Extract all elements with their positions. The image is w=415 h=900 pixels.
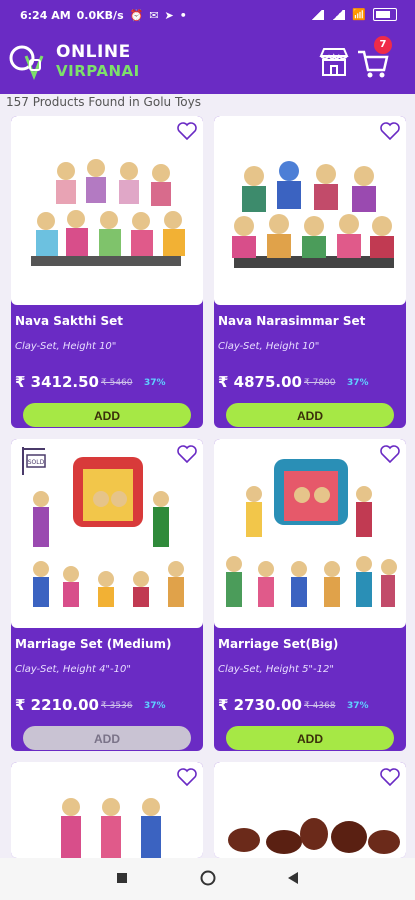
add-to-cart-button[interactable]: ADD xyxy=(23,403,191,427)
product-price: ₹ 2210.00 xyxy=(15,696,99,714)
back-icon[interactable] xyxy=(287,871,299,885)
product-mrp: ₹ 3536 xyxy=(101,701,133,711)
product-spec: Clay-Set, Height 4"-10" xyxy=(15,664,131,675)
brand-logo[interactable]: ONLINE VIRPANAI xyxy=(6,40,139,84)
product-price: ₹ 3412.50 xyxy=(15,373,99,391)
alarm-icon: ⏰ xyxy=(129,9,144,22)
product-name: Marriage Set(Big) xyxy=(218,637,339,651)
brand-line1: ONLINE xyxy=(56,42,131,62)
product-card[interactable] xyxy=(11,762,203,858)
app-header: 6:24 AM 0.0KB/s ⏰ ✉ ➤ • 📶 ONLINE VIRPANA… xyxy=(0,0,415,94)
product-card[interactable]: SOLD Marriage Set (Medium) Clay-Set, Hei… xyxy=(11,439,203,751)
add-to-cart-button[interactable]: ADD xyxy=(226,403,394,427)
wishlist-heart-icon[interactable] xyxy=(177,122,197,140)
product-spec: Clay-Set, Height 10" xyxy=(15,341,117,352)
discount-percent: 37% xyxy=(144,378,166,388)
system-nav-bar xyxy=(0,858,415,900)
product-photo xyxy=(61,798,161,858)
wishlist-heart-icon[interactable] xyxy=(380,122,400,140)
product-card[interactable]: Nava Narasimmar Set Clay-Set, Height 10"… xyxy=(214,116,406,428)
store-icon[interactable] xyxy=(318,46,350,78)
sold-sign-icon: SOLD xyxy=(22,447,46,475)
product-name: Marriage Set (Medium) xyxy=(15,637,172,651)
signal-icon xyxy=(310,9,325,20)
status-bar: 6:24 AM 0.0KB/s ⏰ ✉ ➤ • 📶 xyxy=(0,0,415,30)
product-image[interactable]: SOLD xyxy=(11,439,203,628)
product-image[interactable] xyxy=(11,116,203,305)
message-icon: ✉ xyxy=(149,9,159,22)
wishlist-heart-icon[interactable] xyxy=(177,445,197,463)
results-count: 157 Products Found in Golu Toys xyxy=(6,95,201,109)
product-mrp: ₹ 4368 xyxy=(304,701,336,711)
product-card[interactable]: Nava Sakthi Set Clay-Set, Height 10" ₹ 3… xyxy=(11,116,203,428)
product-mrp: ₹ 7800 xyxy=(304,378,336,388)
product-photo xyxy=(226,459,397,607)
sold-badge-text: SOLD xyxy=(28,459,45,466)
recents-icon[interactable] xyxy=(116,872,128,884)
product-mrp: ₹ 5460 xyxy=(101,378,133,388)
product-image[interactable] xyxy=(214,439,406,628)
brand-line2: VIRPANAI xyxy=(56,62,140,80)
status-speed: 0.0KB/s xyxy=(76,9,124,22)
discount-percent: 37% xyxy=(347,701,369,711)
product-image[interactable] xyxy=(214,762,406,858)
product-price: ₹ 4875.00 xyxy=(218,373,302,391)
product-card[interactable] xyxy=(214,762,406,858)
wishlist-heart-icon[interactable] xyxy=(380,445,400,463)
telegram-icon: ➤ xyxy=(164,9,174,22)
home-icon[interactable] xyxy=(200,870,216,886)
product-price: ₹ 2730.00 xyxy=(218,696,302,714)
product-photo xyxy=(31,159,185,266)
wishlist-heart-icon[interactable] xyxy=(177,768,197,786)
product-spec: Clay-Set, Height 5"-12" xyxy=(218,664,334,675)
wishlist-heart-icon[interactable] xyxy=(380,768,400,786)
product-spec: Clay-Set, Height 10" xyxy=(218,341,320,352)
product-name: Nava Narasimmar Set xyxy=(218,314,366,328)
product-card[interactable]: Marriage Set(Big) Clay-Set, Height 5"-12… xyxy=(214,439,406,751)
battery-icon xyxy=(373,8,397,21)
product-name: Nava Sakthi Set xyxy=(15,314,124,328)
product-image[interactable] xyxy=(11,762,203,858)
product-image[interactable] xyxy=(214,116,406,305)
more-dot-icon: • xyxy=(179,9,187,22)
add-to-cart-button[interactable]: ADD xyxy=(23,726,191,750)
discount-percent: 37% xyxy=(347,378,369,388)
product-photo xyxy=(228,818,400,854)
add-to-cart-button[interactable]: ADD xyxy=(226,726,394,750)
wifi-icon: 📶 xyxy=(352,8,366,21)
cart-count-badge: 7 xyxy=(374,36,392,54)
logo-mark-icon xyxy=(9,45,44,80)
discount-percent: 37% xyxy=(144,701,166,711)
product-photo xyxy=(232,161,394,268)
signal-2-icon xyxy=(331,9,346,20)
status-time: 6:24 AM xyxy=(20,9,71,22)
